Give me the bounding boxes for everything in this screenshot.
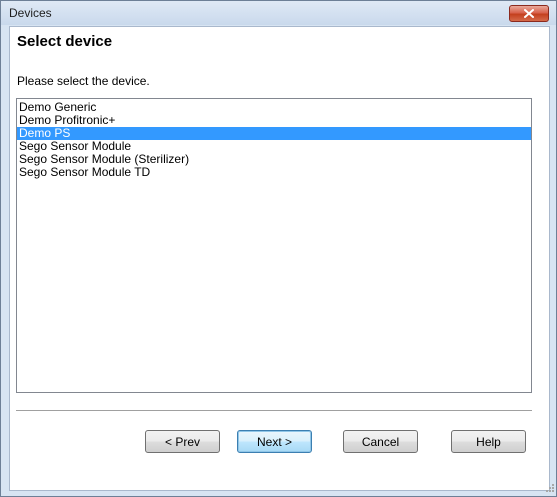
- resize-grip-icon[interactable]: [543, 483, 555, 495]
- instruction-text: Please select the device.: [17, 74, 150, 88]
- close-button[interactable]: [509, 5, 549, 22]
- help-button[interactable]: Help: [451, 430, 526, 453]
- cancel-button[interactable]: Cancel: [343, 430, 418, 453]
- separator-highlight: [16, 411, 532, 412]
- device-list-item[interactable]: Demo Profitronic+: [17, 114, 531, 127]
- window-title: Devices: [9, 6, 52, 20]
- close-x-icon: [524, 9, 534, 18]
- device-list-item[interactable]: Sego Sensor Module TD: [17, 166, 531, 179]
- device-listbox[interactable]: Demo Generic Demo Profitronic+ Demo PS S…: [16, 98, 532, 393]
- prev-button[interactable]: < Prev: [145, 430, 220, 453]
- title-bar[interactable]: Devices: [1, 1, 556, 25]
- next-button[interactable]: Next >: [237, 430, 312, 453]
- page-heading: Select device: [17, 33, 113, 50]
